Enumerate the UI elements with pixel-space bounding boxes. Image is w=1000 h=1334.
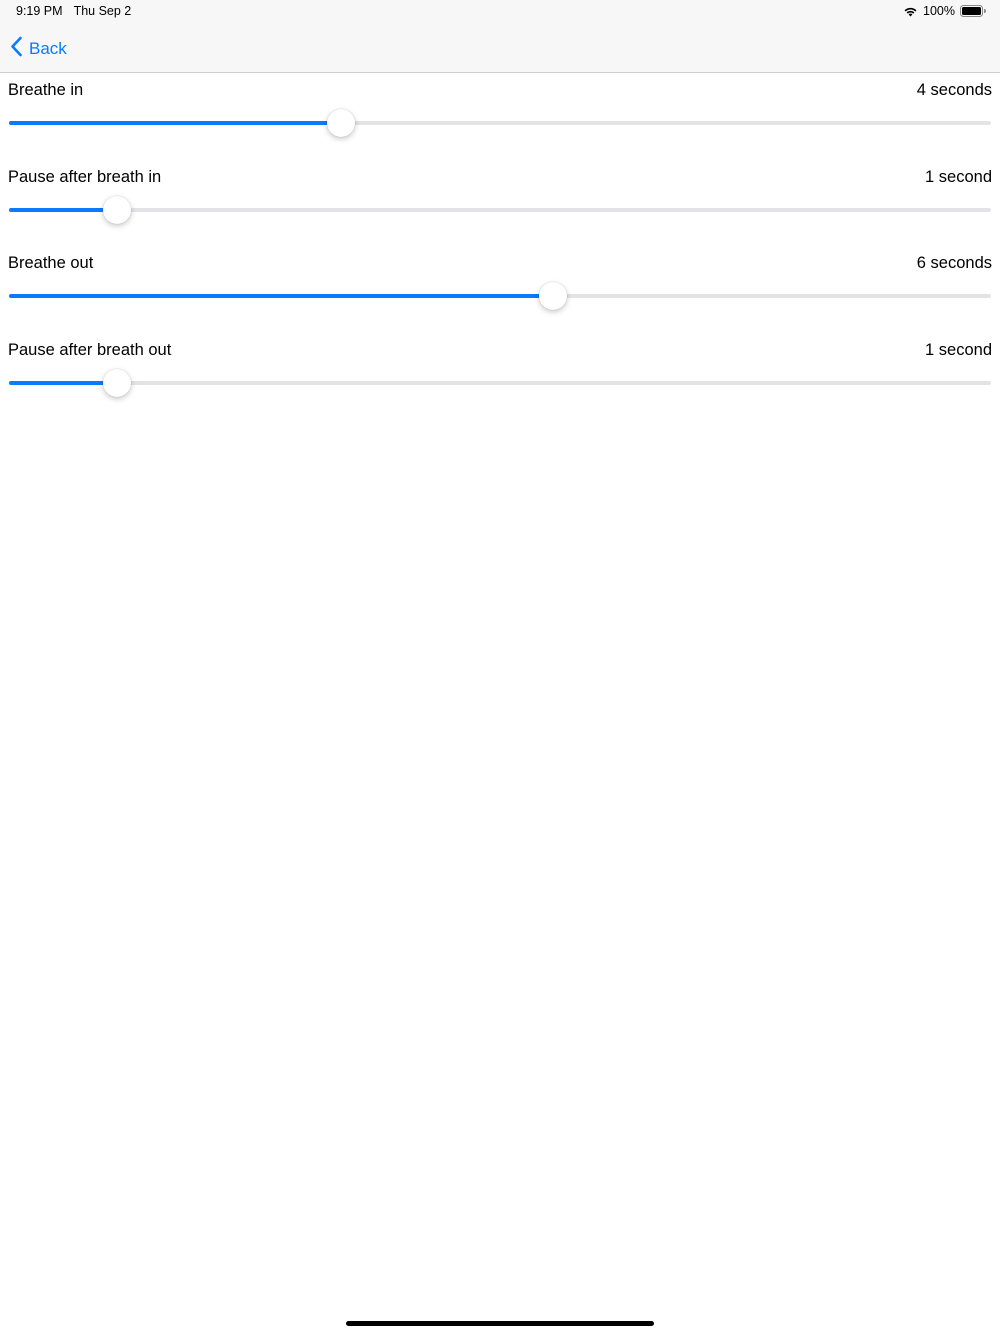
slider-thumb[interactable]	[539, 282, 568, 310]
slider-track	[9, 380, 991, 385]
setting-value: 6 seconds	[916, 254, 992, 272]
slider-track	[9, 207, 991, 212]
home-indicator	[346, 1321, 654, 1326]
setting-value: 1 second	[925, 167, 992, 186]
back-label: Back	[29, 39, 67, 58]
setting-label: Breathe out	[8, 254, 94, 272]
slider-fill	[9, 380, 118, 385]
chevron-left-icon	[10, 36, 23, 62]
slider-fill	[9, 294, 554, 298]
setting-value: 4 seconds	[916, 81, 992, 99]
back-button[interactable]: Back	[10, 36, 67, 62]
top-bar: 9:19 PM Thu Sep 2 100% Back	[0, 0, 1000, 73]
setting-label: Pause after breath out	[8, 340, 172, 359]
battery-icon	[960, 5, 986, 17]
breathe-out-slider[interactable]	[9, 282, 991, 310]
slider-fill	[9, 121, 341, 125]
setting-pause-after-breath-in: Pause after breath in 1 second	[0, 160, 1000, 247]
slider-thumb[interactable]	[103, 195, 132, 224]
pause-after-breath-out-slider[interactable]	[9, 368, 991, 397]
setting-pause-after-breath-out: Pause after breath out 1 second	[0, 333, 1000, 420]
setting-label: Pause after breath in	[8, 167, 162, 186]
setting-label: Breathe in	[8, 81, 84, 99]
slider-thumb[interactable]	[326, 109, 355, 137]
status-time: 9:19 PM	[16, 4, 63, 18]
slider-thumb[interactable]	[103, 368, 132, 397]
battery-percent: 100%	[923, 4, 955, 18]
wifi-icon	[903, 6, 918, 17]
pause-after-breath-in-slider[interactable]	[9, 195, 991, 224]
slider-fill	[9, 207, 118, 212]
setting-value: 1 second	[925, 340, 992, 359]
breathing-settings: Breathe in 4 seconds Pause after breath …	[0, 73, 1000, 419]
status-bar-left: 9:19 PM Thu Sep 2	[16, 4, 131, 18]
setting-breathe-in: Breathe in 4 seconds	[0, 73, 1000, 160]
status-date: Thu Sep 2	[73, 4, 132, 18]
breathe-in-slider[interactable]	[9, 109, 991, 137]
status-bar-right: 100%	[903, 4, 986, 18]
setting-breathe-out: Breathe out 6 seconds	[0, 246, 1000, 333]
